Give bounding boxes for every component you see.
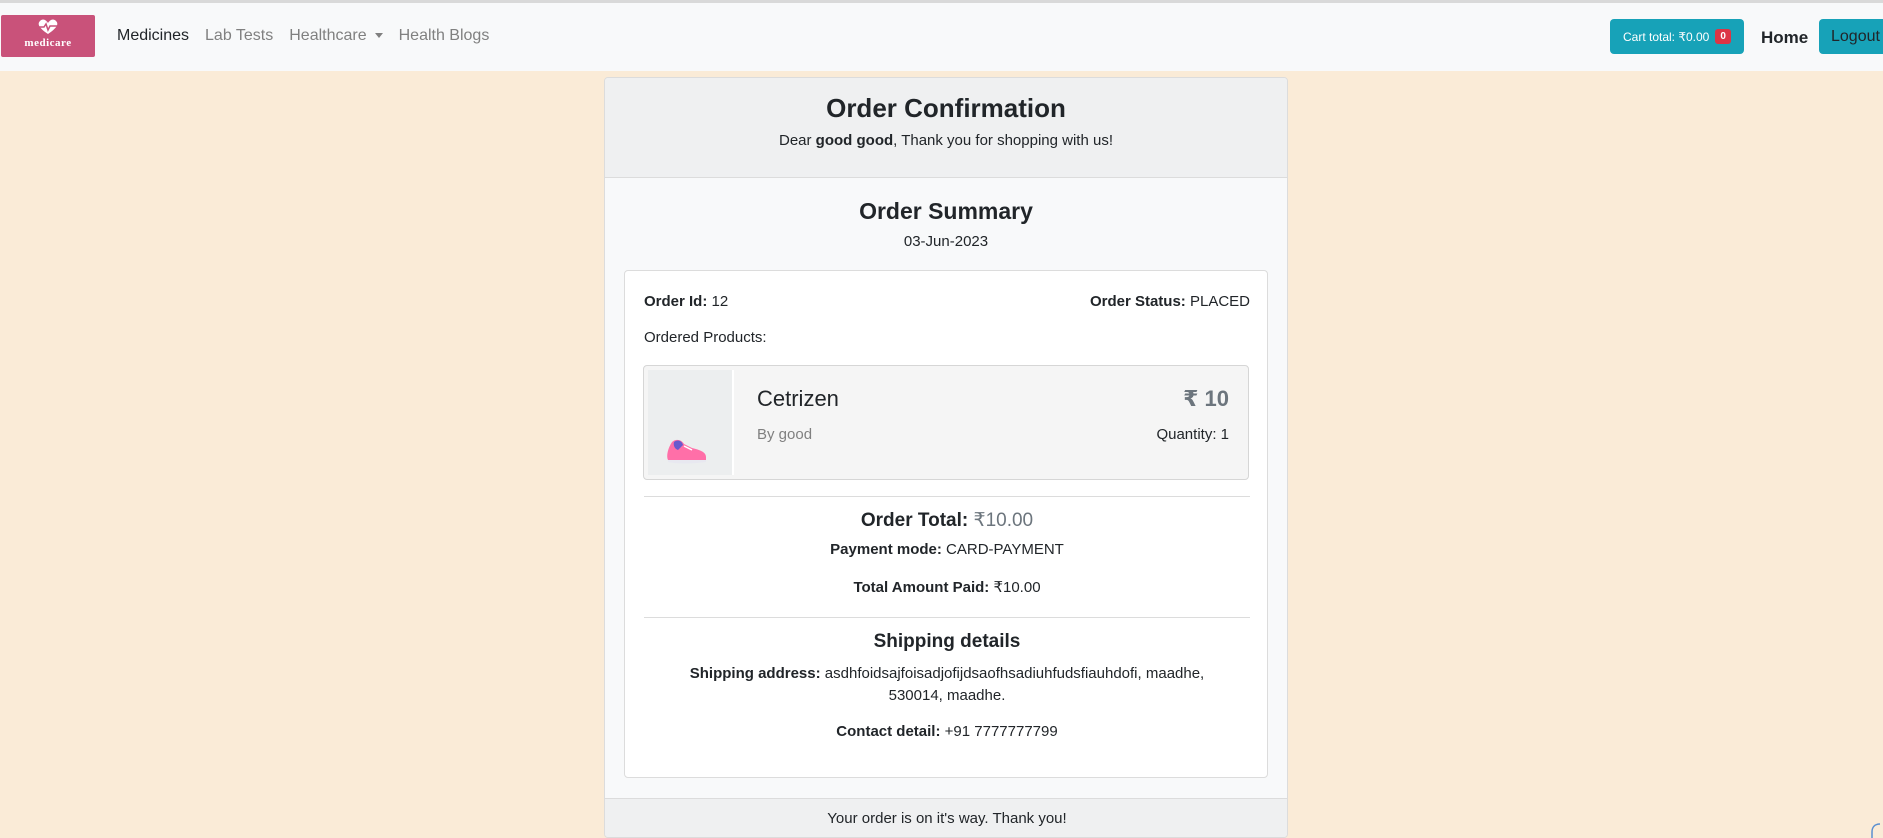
card-header: Order Confirmation Dear good good, Thank… bbox=[605, 78, 1287, 178]
cart-total-label: Cart total: ₹0.00 bbox=[1623, 29, 1710, 44]
shipping-address-value: asdhfoidsajfoisadjofijdsaofhsadiuhfudsfi… bbox=[824, 665, 1205, 704]
product-image bbox=[648, 370, 734, 475]
logout-button[interactable]: Logout bbox=[1819, 19, 1883, 54]
order-confirmation-card: Order Confirmation Dear good good, Thank… bbox=[604, 77, 1288, 838]
cart-count-badge: 0 bbox=[1715, 29, 1731, 44]
brand-logo[interactable]: medicare bbox=[1, 15, 95, 57]
navbar: medicare Medicines Lab Tests Healthcare … bbox=[0, 3, 1883, 71]
resize-handle-icon bbox=[1871, 823, 1881, 838]
product-seller: By good bbox=[757, 426, 813, 443]
order-meta-row: Order Id: 12 Order Status: PLACED bbox=[644, 293, 1250, 310]
nav-lab-tests[interactable]: Lab Tests bbox=[205, 27, 273, 45]
shipping-address-label: Shipping address: bbox=[689, 665, 821, 682]
card-footer: Your order is on it's way. Thank you! bbox=[605, 798, 1287, 837]
product-item: Cetrizen ₹ 10 By good Quantity: 1 bbox=[643, 365, 1249, 480]
nav-healthcare-dropdown[interactable]: Healthcare bbox=[289, 27, 383, 45]
divider bbox=[644, 617, 1250, 618]
brand-name: medicare bbox=[24, 37, 72, 49]
order-date: 03-Jun-2023 bbox=[903, 233, 989, 250]
order-total-label: Order Total: bbox=[860, 510, 969, 531]
product-price: ₹ 10 bbox=[1183, 386, 1229, 411]
greeting-text: Dear good good, Thank you for shopping w… bbox=[605, 132, 1287, 149]
payment-mode-label: Payment mode: bbox=[830, 541, 942, 558]
nav-healthcare-label: Healthcare bbox=[289, 27, 367, 44]
order-status-label: Order Status: bbox=[1089, 293, 1186, 310]
nav-health-blogs[interactable]: Health Blogs bbox=[399, 27, 490, 45]
payment-mode-value: CARD-PAYMENT bbox=[946, 541, 1064, 558]
ordered-products-label: Ordered Products: bbox=[644, 329, 767, 346]
order-status: Order Status: PLACED bbox=[1090, 293, 1250, 310]
home-link[interactable]: Home bbox=[1761, 28, 1808, 48]
greeting-prefix: Dear bbox=[778, 132, 816, 149]
contact-detail-label: Contact detail: bbox=[836, 723, 941, 740]
order-id-label: Order Id: bbox=[644, 293, 708, 310]
payment-mode: Payment mode: CARD-PAYMENT bbox=[625, 541, 1269, 558]
greeting-suffix: , Thank you for shopping with us! bbox=[893, 132, 1113, 149]
total-paid-label: Total Amount Paid: bbox=[853, 579, 990, 596]
nav-links: Medicines Lab Tests Healthcare Health Bl… bbox=[117, 27, 489, 45]
page-title: Order Confirmation bbox=[826, 93, 1066, 123]
product-quantity: Quantity: 1 bbox=[1156, 426, 1229, 443]
cart-button[interactable]: Cart total: ₹0.00 0 bbox=[1610, 19, 1744, 54]
order-total: Order Total: ₹10.00 bbox=[625, 509, 1269, 532]
order-summary-title: Order Summary bbox=[859, 198, 1033, 224]
total-paid: Total Amount Paid: ₹10.00 bbox=[625, 578, 1269, 596]
product-name: Cetrizen bbox=[757, 386, 839, 411]
shoe-icon bbox=[667, 439, 706, 464]
caret-down-icon bbox=[374, 33, 383, 39]
order-id-value: 12 bbox=[711, 293, 729, 310]
total-paid-value: ₹10.00 bbox=[993, 579, 1041, 596]
contact-detail-value: +91 7777777799 bbox=[944, 723, 1058, 740]
divider bbox=[644, 496, 1250, 497]
order-total-value: ₹10.00 bbox=[973, 510, 1034, 531]
nav-medicines[interactable]: Medicines bbox=[117, 27, 189, 45]
order-id: Order Id: 12 bbox=[644, 293, 728, 310]
contact-detail: Contact detail: +91 7777777799 bbox=[625, 723, 1269, 740]
order-status-value: PLACED bbox=[1189, 293, 1250, 310]
order-details-box: Order Id: 12 Order Status: PLACED Ordere… bbox=[624, 270, 1268, 778]
shipping-details-title: Shipping details bbox=[873, 631, 1021, 652]
customer-name: good good bbox=[815, 132, 894, 149]
heart-pulse-icon bbox=[38, 19, 58, 34]
shipping-address: Shipping address: asdhfoidsajfoisadjofij… bbox=[625, 663, 1269, 707]
